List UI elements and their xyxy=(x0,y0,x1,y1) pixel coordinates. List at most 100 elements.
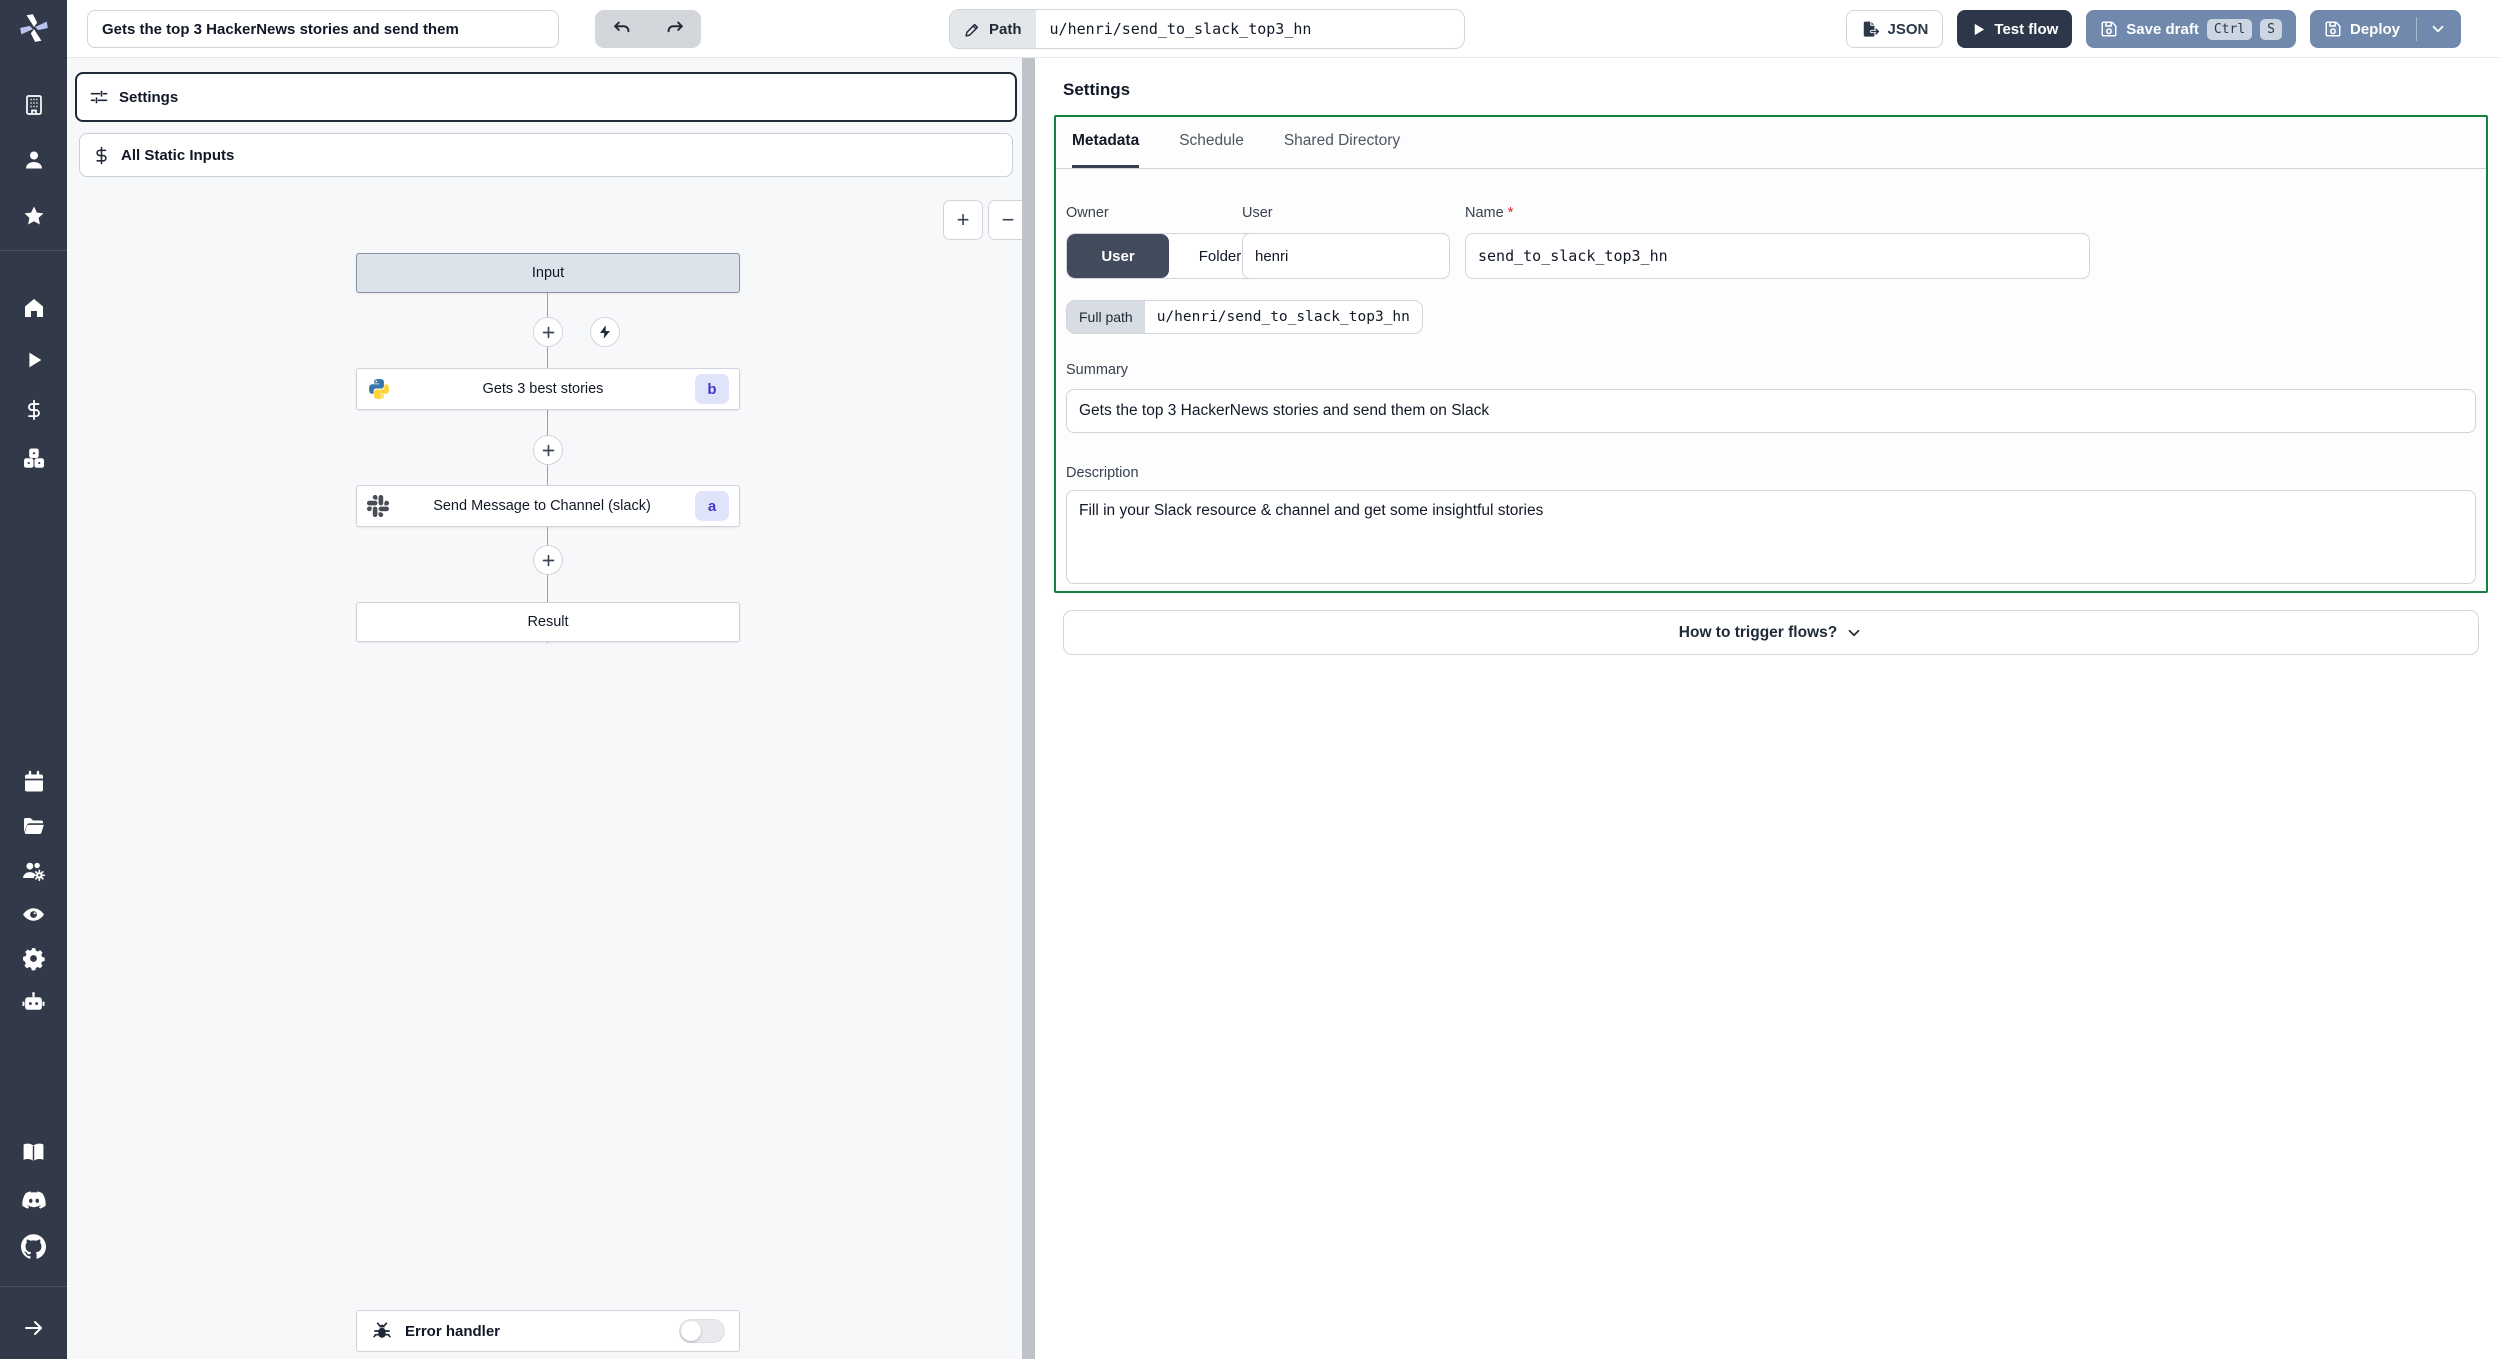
insert-step-button[interactable] xyxy=(533,545,563,575)
runs-play-icon[interactable] xyxy=(0,340,67,380)
name-input[interactable] xyxy=(1465,233,2090,279)
error-handler-label: Error handler xyxy=(405,1322,501,1340)
path-value: u/henri/send_to_slack_top3_hn xyxy=(1049,20,1312,38)
docs-book-icon[interactable] xyxy=(0,1132,67,1172)
flow-path-pill[interactable]: Path u/henri/send_to_slack_top3_hn xyxy=(949,9,1465,49)
home-icon[interactable] xyxy=(0,288,67,328)
insert-step-button[interactable] xyxy=(533,435,563,465)
file-export-icon xyxy=(1863,21,1880,37)
chevron-down-icon xyxy=(1848,629,1860,636)
sidebar-divider xyxy=(0,1286,67,1287)
insert-step-button[interactable] xyxy=(533,317,563,347)
audit-logs-eye-icon[interactable] xyxy=(0,894,67,934)
zoom-in-button[interactable]: + xyxy=(943,200,983,240)
metadata-box: Metadata Schedule Shared Directory Owner… xyxy=(1054,115,2488,593)
folders-icon[interactable] xyxy=(0,806,67,846)
undo-button[interactable] xyxy=(595,10,648,48)
button-divider xyxy=(2416,17,2417,41)
full-path-pill: Full path u/henri/send_to_slack_top3_hn xyxy=(1066,300,1423,334)
deploy-button[interactable]: Deploy xyxy=(2309,10,2461,48)
error-handler-node[interactable]: Error handler xyxy=(356,1310,740,1352)
workspace-building-icon[interactable] xyxy=(0,85,67,125)
zoom-out-button[interactable]: − xyxy=(988,200,1022,240)
user-label: User xyxy=(1242,205,1273,221)
sidebar-divider xyxy=(0,250,67,251)
variables-dollar-icon[interactable] xyxy=(0,390,67,430)
tab-schedule[interactable]: Schedule xyxy=(1179,117,1244,168)
description-textarea[interactable]: Fill in your Slack resource & channel an… xyxy=(1066,490,2476,584)
save-draft-button[interactable]: Save draft Ctrl S xyxy=(2086,10,2296,48)
favorites-star-icon[interactable] xyxy=(0,196,67,236)
deploy-label: Deploy xyxy=(2349,20,2400,38)
tab-shared-directory[interactable]: Shared Directory xyxy=(1284,117,1400,168)
pencil-icon xyxy=(965,23,979,37)
plus-icon xyxy=(542,326,554,338)
owner-label: Owner xyxy=(1066,205,1109,221)
flow-step-node-b[interactable]: Gets 3 best stories b xyxy=(356,368,740,410)
save-draft-label: Save draft xyxy=(2126,20,2199,38)
plus-icon xyxy=(542,554,554,566)
test-flow-button[interactable]: Test flow xyxy=(1957,10,2073,48)
kbd-s: S xyxy=(2260,18,2282,40)
resources-boxes-icon[interactable] xyxy=(0,438,67,478)
flow-result-node[interactable]: Result xyxy=(356,602,740,642)
summary-input[interactable] xyxy=(1066,389,2476,433)
summary-label: Summary xyxy=(1066,362,1129,378)
owner-option-user[interactable]: User xyxy=(1067,234,1169,278)
settings-tabbar: Metadata Schedule Shared Directory xyxy=(1056,117,2486,169)
schedules-calendar-icon[interactable] xyxy=(0,762,67,802)
settings-pane: Settings Metadata Schedule Shared Direct… xyxy=(1035,58,2500,1359)
trigger-zap-button[interactable] xyxy=(590,317,620,347)
how-to-trigger-expander[interactable]: How to trigger flows? xyxy=(1063,610,2479,655)
step-node-label: Send Message to Channel (slack) xyxy=(433,498,651,514)
redo-button[interactable] xyxy=(648,10,701,48)
undo-redo-group xyxy=(595,10,701,48)
step-id-badge: a xyxy=(695,491,729,521)
workers-bot-icon[interactable] xyxy=(0,982,67,1022)
groups-users-gear-icon[interactable] xyxy=(0,850,67,890)
toggle-knob xyxy=(681,1321,701,1341)
windmill-logo-icon[interactable] xyxy=(0,8,67,48)
export-json-button[interactable]: JSON xyxy=(1845,10,1944,48)
flow-step-node-a[interactable]: Send Message to Channel (slack) a xyxy=(356,485,740,527)
chevron-down-icon[interactable] xyxy=(2429,20,2447,38)
user-icon[interactable] xyxy=(0,140,67,180)
flow-settings-label: Settings xyxy=(119,88,179,106)
json-button-label: JSON xyxy=(1887,20,1929,38)
topbar: Path u/henri/send_to_slack_top3_hn JSON … xyxy=(67,0,2500,58)
flow-summary-input[interactable] xyxy=(87,10,559,48)
settings-gear-icon[interactable] xyxy=(0,938,67,978)
name-label: Name * xyxy=(1465,205,1514,221)
all-static-inputs-button[interactable]: All Static Inputs xyxy=(79,133,1013,177)
kbd-ctrl: Ctrl xyxy=(2206,18,2253,40)
required-asterisk: * xyxy=(1507,205,1514,221)
test-flow-label: Test flow xyxy=(1994,20,2059,38)
step-node-label: Gets 3 best stories xyxy=(482,381,604,397)
discord-icon[interactable] xyxy=(0,1180,67,1220)
save-icon xyxy=(2101,21,2117,37)
settings-pane-title: Settings xyxy=(1063,80,1131,99)
play-icon xyxy=(1975,23,1985,35)
pane-resize-handle[interactable] xyxy=(1022,58,1035,1359)
app-sidebar xyxy=(0,0,67,1359)
result-node-label: Result xyxy=(527,614,569,630)
slack-icon xyxy=(367,495,389,517)
full-path-value: u/henri/send_to_slack_top3_hn xyxy=(1156,309,1410,325)
github-icon[interactable] xyxy=(0,1226,67,1266)
error-handler-toggle[interactable] xyxy=(679,1319,725,1343)
tab-metadata[interactable]: Metadata xyxy=(1072,117,1140,168)
bug-icon xyxy=(373,1322,391,1338)
sliders-icon xyxy=(90,90,108,104)
flow-canvas-pane: Settings All Static Inputs + − Input Get… xyxy=(67,58,1022,1359)
flow-input-node[interactable]: Input xyxy=(356,253,740,293)
description-label: Description xyxy=(1066,465,1139,481)
how-to-trigger-label: How to trigger flows? xyxy=(1678,623,1838,641)
path-label: Path xyxy=(989,20,1022,38)
user-input[interactable] xyxy=(1242,233,1450,279)
windmill-flow-editor: Path u/henri/send_to_slack_top3_hn JSON … xyxy=(0,0,2500,1359)
plus-icon xyxy=(542,444,554,456)
expand-sidebar-arrow-icon[interactable] xyxy=(0,1308,67,1348)
save-icon xyxy=(2325,21,2341,37)
flow-settings-button[interactable]: Settings xyxy=(75,72,1017,122)
all-static-inputs-label: All Static Inputs xyxy=(121,146,235,164)
